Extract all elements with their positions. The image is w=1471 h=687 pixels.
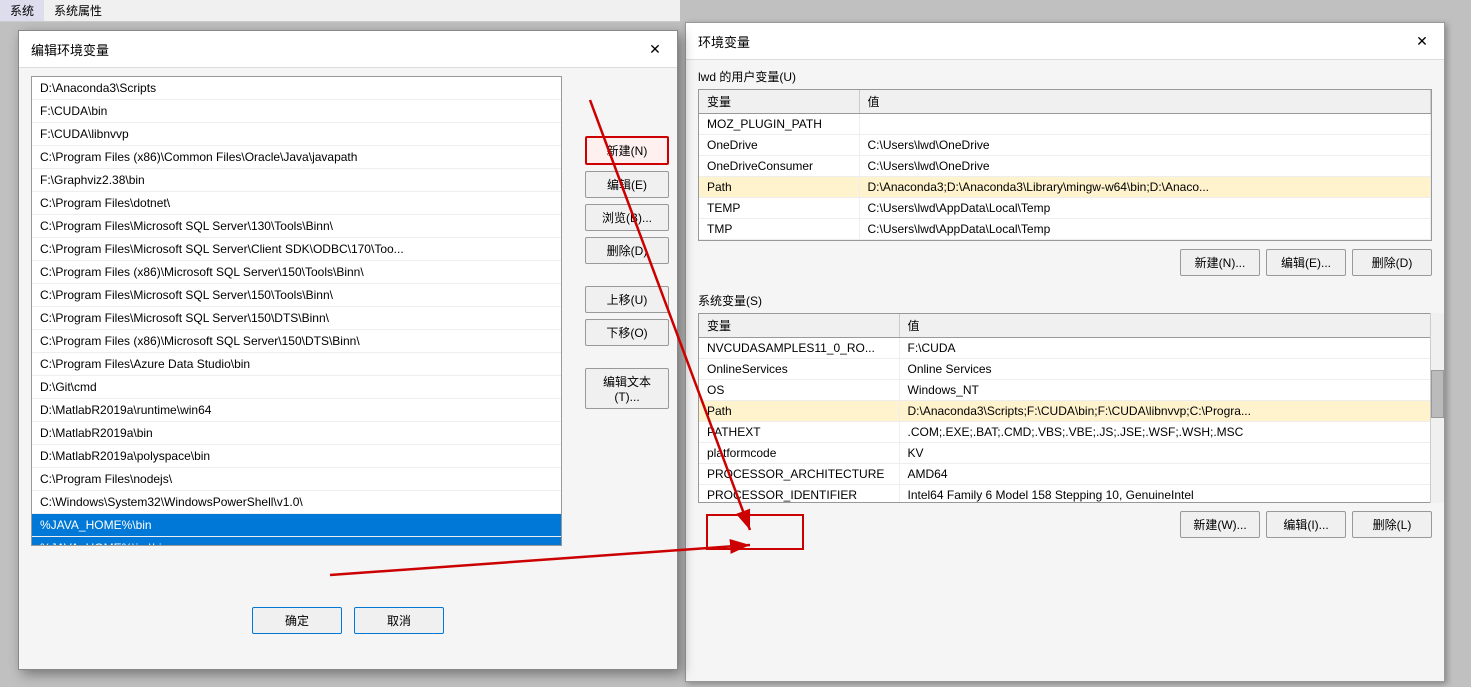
list-item[interactable]: %JAVA_HOME%\jre\bin [32, 537, 561, 546]
ok-button[interactable]: 确定 [252, 607, 342, 634]
list-item[interactable]: C:\Program Files (x86)\Microsoft SQL Ser… [32, 261, 561, 284]
user-new-button[interactable]: 新建(N)... [1180, 249, 1260, 276]
list-item[interactable]: C:\Program Files\Microsoft SQL Server\15… [32, 284, 561, 307]
menu-system[interactable]: 系统 [0, 0, 44, 21]
user-var-name[interactable]: OneDrive [699, 135, 859, 156]
delete-path-button[interactable]: 删除(D) [585, 237, 669, 264]
list-item[interactable]: C:\Program Files (x86)\Microsoft SQL Ser… [32, 330, 561, 353]
list-item[interactable]: D:\Git\cmd [32, 376, 561, 399]
sys-var-col-name: 变量 [699, 314, 899, 338]
sys-table-scrollbar[interactable] [1430, 313, 1444, 503]
user-var-value[interactable]: C:\Users\lwd\AppData\Local\Temp [859, 198, 1431, 219]
user-var-value[interactable] [859, 114, 1431, 135]
env-vars-dialog: 环境变量 ✕ lwd 的用户变量(U) 变量 值 MOZ_PLUGIN_PATH… [685, 22, 1445, 682]
list-item[interactable]: C:\Program Files\nodejs\ [32, 468, 561, 491]
sys-var-value[interactable]: Online Services [899, 359, 1431, 380]
user-var-value[interactable]: C:\Users\lwd\OneDrive [859, 135, 1431, 156]
sys-var-name[interactable]: PATHEXT [699, 422, 899, 443]
sys-var-value[interactable]: AMD64 [899, 464, 1431, 485]
list-item[interactable]: F:\CUDA\bin [32, 100, 561, 123]
menu-system-properties[interactable]: 系统属性 [44, 0, 112, 21]
sys-var-value[interactable]: F:\CUDA [899, 338, 1431, 359]
user-var-name[interactable]: OneDriveConsumer [699, 156, 859, 177]
sys-var-name[interactable]: platformcode [699, 443, 899, 464]
new-path-button[interactable]: 新建(N) [585, 136, 669, 165]
sys-var-value[interactable]: .COM;.EXE;.BAT;.CMD;.VBS;.VBE;.JS;.JSE;.… [899, 422, 1431, 443]
list-item[interactable]: C:\Program Files\Microsoft SQL Server\Cl… [32, 238, 561, 261]
sys-var-value[interactable]: Intel64 Family 6 Model 158 Stepping 10, … [899, 485, 1431, 504]
sys-vars-section-label: 系统变量(S) [686, 284, 1444, 313]
user-vars-table: 变量 值 MOZ_PLUGIN_PATHOneDriveC:\Users\lwd… [698, 89, 1432, 241]
env-vars-title-bar: 环境变量 ✕ [686, 23, 1444, 60]
user-var-value[interactable]: C:\Users\lwd\AppData\Local\Temp [859, 219, 1431, 240]
sys-var-name[interactable]: OnlineServices [699, 359, 899, 380]
edit-text-button[interactable]: 编辑文本(T)... [585, 368, 669, 409]
sys-var-name[interactable]: NVCUDASAMPLES11_0_RO... [699, 338, 899, 359]
user-vars-section-label: lwd 的用户变量(U) [686, 60, 1444, 89]
list-item[interactable]: D:\MatlabR2019a\runtime\win64 [32, 399, 561, 422]
sys-new-button[interactable]: 新建(W)... [1180, 511, 1260, 538]
sys-vars-table: 变量 值 NVCUDASAMPLES11_0_RO...F:\CUDAOnlin… [698, 313, 1432, 503]
sys-var-name[interactable]: PROCESSOR_IDENTIFIER [699, 485, 899, 504]
sys-var-col-value: 值 [899, 314, 1431, 338]
user-delete-button[interactable]: 删除(D) [1352, 249, 1432, 276]
list-item[interactable]: C:\Windows\System32\WindowsPowerShell\v1… [32, 491, 561, 514]
list-item[interactable]: D:\MatlabR2019a\polyspace\bin [32, 445, 561, 468]
env-vars-close-button[interactable]: ✕ [1412, 31, 1432, 51]
list-item[interactable]: C:\Program Files (x86)\Common Files\Orac… [32, 146, 561, 169]
path-list[interactable]: D:\Anaconda3\ScriptsF:\CUDA\binF:\CUDA\l… [31, 76, 562, 546]
list-item[interactable]: %JAVA_HOME%\bin [32, 514, 561, 537]
sys-var-name[interactable]: PROCESSOR_ARCHITECTURE [699, 464, 899, 485]
edit-dialog-close-button[interactable]: ✕ [645, 39, 665, 59]
list-item[interactable]: F:\CUDA\libnvvp [32, 123, 561, 146]
user-var-col-name: 变量 [699, 90, 859, 114]
user-var-name[interactable]: MOZ_PLUGIN_PATH [699, 114, 859, 135]
sys-edit-button[interactable]: 编辑(I)... [1266, 511, 1346, 538]
user-var-name[interactable]: TEMP [699, 198, 859, 219]
list-item[interactable]: C:\Program Files\Microsoft SQL Server\13… [32, 215, 561, 238]
sys-var-value[interactable]: Windows_NT [899, 380, 1431, 401]
sys-var-value[interactable]: KV [899, 443, 1431, 464]
list-item[interactable]: C:\Program Files\Microsoft SQL Server\15… [32, 307, 561, 330]
move-up-button[interactable]: 上移(U) [585, 286, 669, 313]
sys-vars-btn-row: 新建(W)... 编辑(I)... 删除(L) [686, 503, 1444, 546]
sys-var-value[interactable]: D:\Anaconda3\Scripts;F:\CUDA\bin;F:\CUDA… [899, 401, 1431, 422]
edit-dialog-title-bar: 编辑环境变量 ✕ [19, 31, 677, 68]
user-var-col-value: 值 [859, 90, 1431, 114]
user-var-name[interactable]: Path [699, 177, 859, 198]
list-item[interactable]: D:\MatlabR2019a\bin [32, 422, 561, 445]
sys-var-name[interactable]: Path [699, 401, 899, 422]
sys-delete-button[interactable]: 删除(L) [1352, 511, 1432, 538]
list-item[interactable]: D:\Anaconda3\Scripts [32, 77, 561, 100]
sys-scrollbar-thumb[interactable] [1431, 370, 1444, 418]
dialog-bottom-buttons: 确定 取消 [19, 607, 677, 634]
edit-dialog-title: 编辑环境变量 [31, 40, 109, 59]
user-edit-button[interactable]: 编辑(E)... [1266, 249, 1346, 276]
edit-path-button[interactable]: 编辑(E) [585, 171, 669, 198]
user-var-name[interactable]: TMP [699, 219, 859, 240]
move-down-button[interactable]: 下移(O) [585, 319, 669, 346]
list-item[interactable]: C:\Program Files\Azure Data Studio\bin [32, 353, 561, 376]
env-vars-title: 环境变量 [698, 32, 750, 51]
user-var-value[interactable]: C:\Users\lwd\OneDrive [859, 156, 1431, 177]
user-var-value[interactable]: D:\Anaconda3;D:\Anaconda3\Library\mingw-… [859, 177, 1431, 198]
edit-env-dialog: 编辑环境变量 ✕ D:\Anaconda3\ScriptsF:\CUDA\bin… [18, 30, 678, 670]
action-buttons-panel: 新建(N) 编辑(E) 浏览(B)... 删除(D) 上移(U) 下移(O) 编… [577, 136, 677, 409]
top-menu-bar: 系统 系统属性 [0, 0, 680, 22]
list-item[interactable]: C:\Program Files\dotnet\ [32, 192, 561, 215]
sys-var-name[interactable]: OS [699, 380, 899, 401]
list-item[interactable]: F:\Graphviz2.38\bin [32, 169, 561, 192]
browse-path-button[interactable]: 浏览(B)... [585, 204, 669, 231]
user-vars-btn-row: 新建(N)... 编辑(E)... 删除(D) [686, 241, 1444, 284]
cancel-button[interactable]: 取消 [354, 607, 444, 634]
